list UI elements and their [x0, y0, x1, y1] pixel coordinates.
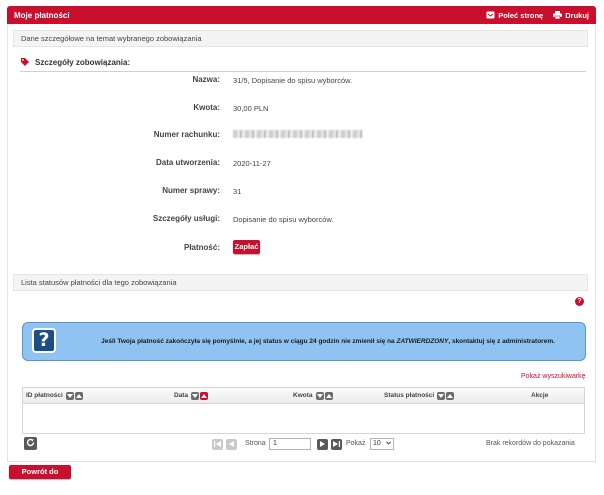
notice-text: Jeśli Twoja płatność zakończyła się pomy…: [83, 323, 573, 360]
page-number-input[interactable]: 1: [269, 438, 311, 450]
column-status-label: Status płatności: [384, 392, 435, 399]
empty-records-text: Brak rekordów do pokazania: [486, 440, 575, 447]
notice-text-before: Jeśli Twoja płatność zakończyła się pomy…: [101, 338, 397, 345]
show-search-link[interactable]: Pokaż wyszukiwarkę: [521, 373, 586, 380]
column-actions: Akcje: [531, 388, 548, 403]
page-title: Moje płatności: [14, 10, 70, 20]
account-label: Numer rachunku:: [153, 130, 220, 139]
first-page-icon: [214, 440, 221, 449]
column-date[interactable]: Data: [174, 388, 209, 403]
last-page-icon: [333, 440, 340, 449]
sort-desc-icon[interactable]: [437, 391, 446, 400]
print-link[interactable]: Drukuj: [553, 11, 589, 20]
prev-page-button[interactable]: [226, 439, 237, 450]
column-id-label: ID płatności: [26, 392, 63, 399]
help-icon[interactable]: ?: [575, 297, 584, 306]
sort-asc-icon[interactable]: [200, 391, 209, 400]
amount-value: 30,00 PLN: [233, 104, 269, 113]
table-header: ID płatności Data Kwota Status płatności: [23, 388, 584, 404]
details-info-bar: Dane szczegółowe na temat wybranego zobo…: [13, 30, 588, 47]
page-size-select[interactable]: 10: [370, 438, 394, 450]
amount-label: Kwota:: [193, 103, 220, 112]
page-label: Strona: [245, 440, 266, 447]
print-label: Drukuj: [565, 10, 589, 20]
sort-buttons: [437, 391, 455, 400]
next-page-button[interactable]: [317, 439, 328, 450]
sort-desc-icon[interactable]: [315, 391, 324, 400]
case-label: Numer sprawy:: [162, 186, 220, 195]
service-label: Szczegóły usługi:: [152, 214, 220, 223]
pay-button[interactable]: Zapłać: [233, 240, 260, 254]
column-id[interactable]: ID płatności: [26, 388, 83, 403]
header-actions: Poleć stronę Drukuj: [486, 11, 589, 20]
notice-text-after: , skontaktuj się z administratorem.: [448, 338, 555, 345]
name-label: Nazwa:: [192, 75, 220, 84]
name-value: 31/5, Dopisanie do spisu wyborców.: [233, 76, 353, 85]
service-value: Dopisanie do spisu wyborców.: [233, 215, 334, 224]
column-status[interactable]: Status płatności: [384, 388, 455, 403]
account-number-redacted: [233, 130, 363, 138]
sort-desc-icon[interactable]: [191, 391, 200, 400]
recommend-link[interactable]: Poleć stronę: [486, 11, 543, 20]
printer-icon: [553, 11, 563, 19]
last-page-button[interactable]: [331, 439, 342, 450]
column-actions-label: Akcje: [531, 392, 549, 399]
header-bar: Moje płatności Poleć stronę Drukuj: [7, 6, 596, 24]
refresh-icon: [26, 438, 35, 449]
column-date-label: Data: [174, 392, 189, 399]
recommend-label: Poleć stronę: [498, 10, 544, 20]
sort-buttons: [65, 391, 83, 400]
payment-label: Płatność:: [183, 243, 220, 252]
created-value: 2020-11-27: [233, 159, 271, 168]
recommend-icon: [486, 11, 495, 19]
case-value: 31: [233, 187, 242, 196]
back-to-case-button[interactable]: Powrót do sprawy: [9, 465, 71, 490]
refresh-button[interactable]: [24, 437, 37, 450]
status-info-bar: Lista statusów płatności dla tego zobowi…: [13, 274, 588, 291]
chevron-down-icon: [386, 439, 391, 449]
column-amount-label: Kwota: [293, 392, 313, 399]
tag-icon: [20, 57, 30, 69]
sort-asc-icon[interactable]: [324, 391, 333, 400]
next-page-icon: [320, 440, 325, 449]
sort-buttons: [191, 391, 209, 400]
question-icon: ?: [32, 328, 56, 353]
page-size-value: 10: [373, 440, 381, 447]
sort-asc-icon[interactable]: [446, 391, 455, 400]
sort-desc-icon[interactable]: [65, 391, 74, 400]
column-amount[interactable]: Kwota: [293, 388, 333, 403]
payments-table: ID płatności Data Kwota Status płatności: [22, 387, 585, 434]
notice-box: ? Jeśli Twoja płatność zakończyła się po…: [22, 322, 586, 361]
section-title: Szczegóły zobowiązania:: [35, 58, 131, 67]
sort-asc-icon[interactable]: [74, 391, 83, 400]
section-header: Szczegóły zobowiązania:: [20, 54, 586, 72]
created-label: Data utworzenia:: [155, 158, 220, 167]
sort-buttons: [315, 391, 333, 400]
prev-page-icon: [229, 440, 234, 449]
notice-status-word: ZATWIERDZONY: [396, 338, 449, 345]
page-size-label: Pokaż: [346, 440, 366, 447]
first-page-button[interactable]: [212, 439, 223, 450]
